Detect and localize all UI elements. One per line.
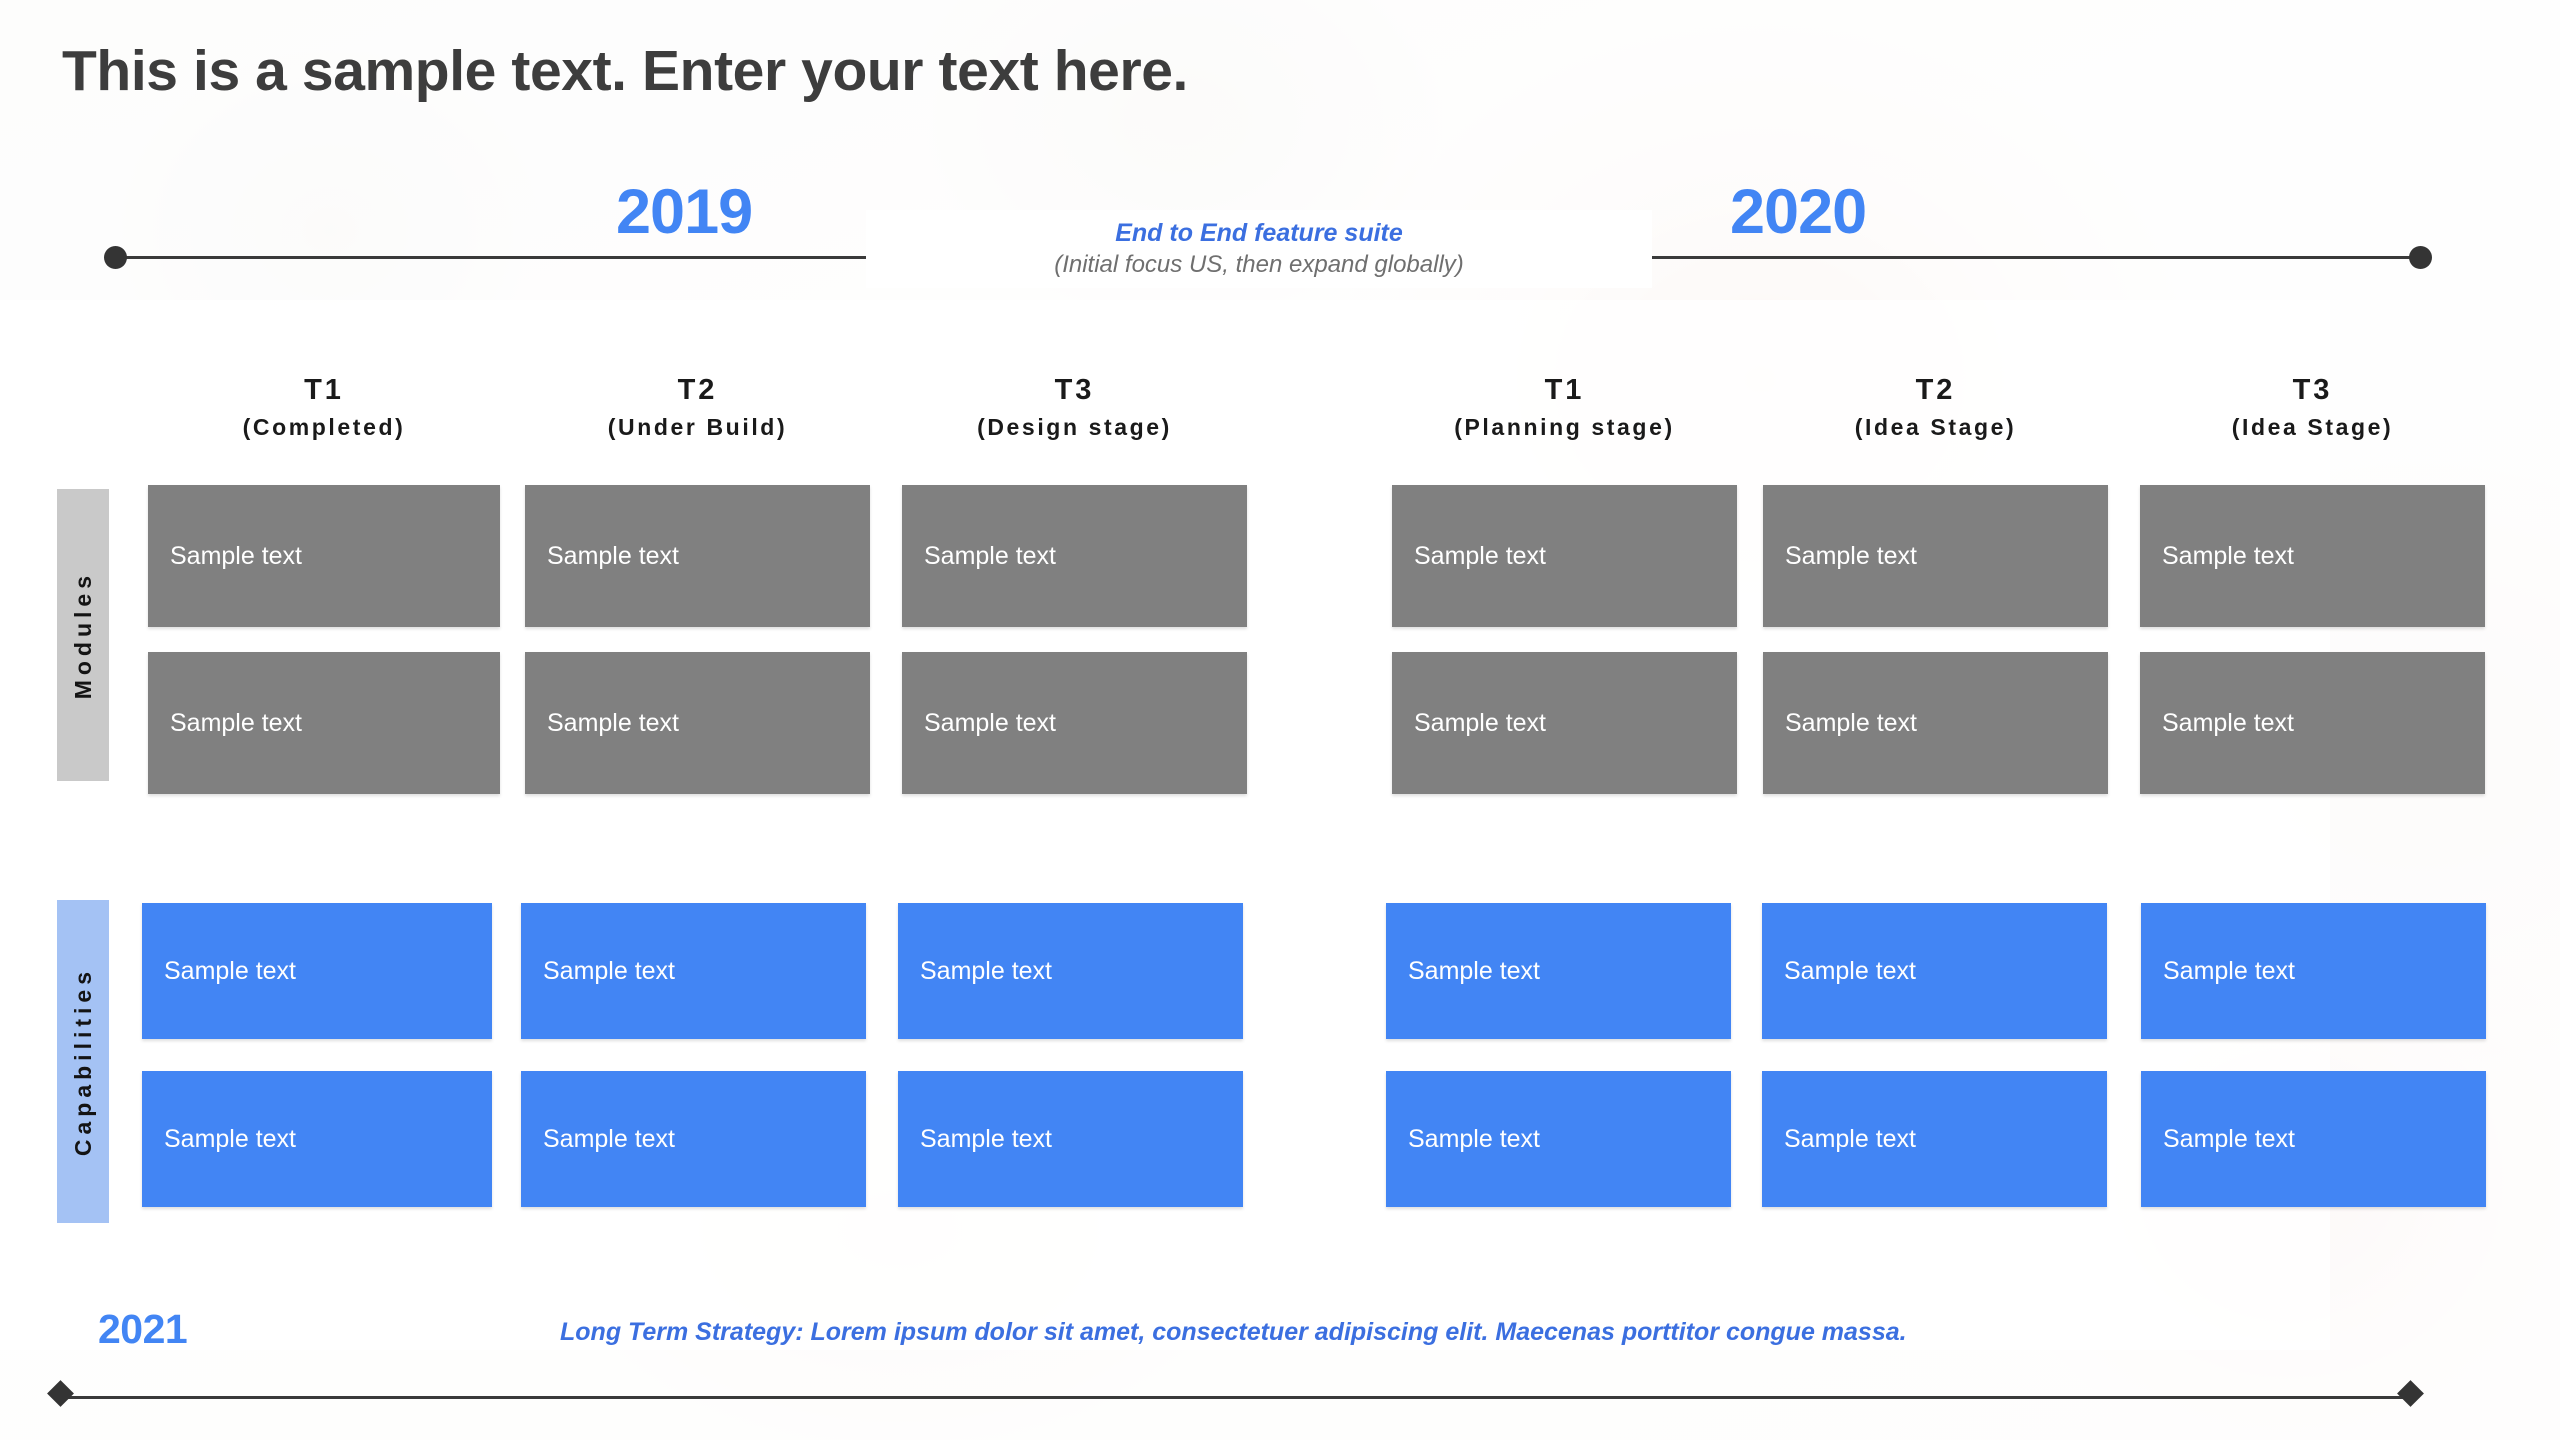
- column-header-3: T3 (Design stage): [900, 373, 1249, 441]
- capability-cell[interactable]: Sample text: [1386, 903, 1731, 1039]
- capability-cell[interactable]: Sample text: [521, 903, 866, 1039]
- row-label-capabilities: Capabilities: [57, 900, 109, 1223]
- column-status-label: (Completed): [242, 413, 406, 440]
- column-status-label: (Idea Stage): [1854, 413, 2017, 440]
- column-status-label: (Under Build): [607, 413, 788, 440]
- long-term-strategy-text: Long Term Strategy: Lorem ipsum dolor si…: [560, 1318, 1907, 1346]
- year-label-2021: 2021: [98, 1306, 188, 1352]
- module-cell[interactable]: Sample text: [2140, 652, 2485, 794]
- capability-cell[interactable]: Sample text: [142, 903, 492, 1039]
- module-cell[interactable]: Sample text: [1392, 485, 1737, 627]
- column-tier-label: T1: [1544, 374, 1585, 406]
- capability-cell[interactable]: Sample text: [898, 1071, 1243, 1207]
- column-header-2: T2 (Under Build): [523, 373, 872, 441]
- capability-cell[interactable]: Sample text: [2141, 1071, 2486, 1207]
- column-tier-label: T2: [677, 374, 718, 406]
- bottom-timeline-end-diamond-icon: [2397, 1380, 2424, 1407]
- capability-cell[interactable]: Sample text: [142, 1071, 492, 1207]
- capability-cell[interactable]: Sample text: [2141, 903, 2486, 1039]
- module-cell[interactable]: Sample text: [148, 485, 500, 627]
- module-cell[interactable]: Sample text: [902, 485, 1247, 627]
- capability-cell[interactable]: Sample text: [1762, 903, 2107, 1039]
- column-header-1: T1 (Completed): [146, 373, 502, 441]
- module-cell[interactable]: Sample text: [902, 652, 1247, 794]
- year-label-2019: 2019: [616, 177, 753, 247]
- bottom-timeline-start-diamond-icon: [47, 1380, 74, 1407]
- capability-cell[interactable]: Sample text: [1762, 1071, 2107, 1207]
- column-header-4: T1 (Planning stage): [1390, 373, 1739, 441]
- module-cell[interactable]: Sample text: [2140, 485, 2485, 627]
- banner-subtext: (Initial focus US, then expand globally): [1054, 251, 1464, 279]
- column-header-5: T2 (Idea Stage): [1761, 373, 2110, 441]
- module-cell[interactable]: Sample text: [525, 485, 870, 627]
- column-tier-label: T1: [304, 374, 344, 406]
- column-tier-label: T3: [1054, 374, 1095, 406]
- top-timeline-end-dot-icon: [2409, 246, 2432, 269]
- slide-content: This is a sample text. Enter your text h…: [0, 0, 2560, 1440]
- capability-cell[interactable]: Sample text: [1386, 1071, 1731, 1207]
- banner-headline: End to End feature suite: [1115, 218, 1403, 247]
- row-label-capabilities-text: Capabilities: [69, 966, 96, 1157]
- column-header-6: T3 (Idea Stage): [2138, 373, 2487, 441]
- module-cell[interactable]: Sample text: [148, 652, 500, 794]
- page-title: This is a sample text. Enter your text h…: [62, 39, 1188, 103]
- center-banner: End to End feature suite (Initial focus …: [866, 210, 1652, 288]
- column-status-label: (Idea Stage): [2231, 413, 2394, 440]
- module-cell[interactable]: Sample text: [525, 652, 870, 794]
- bottom-timeline-line: [60, 1396, 2410, 1399]
- top-timeline-start-dot-icon: [104, 246, 127, 269]
- module-cell[interactable]: Sample text: [1763, 485, 2108, 627]
- module-cell[interactable]: Sample text: [1763, 652, 2108, 794]
- column-tier-label: T2: [1915, 374, 1956, 406]
- slide-canvas: This is a sample text. Enter your text h…: [0, 0, 2560, 1440]
- capability-cell[interactable]: Sample text: [898, 903, 1243, 1039]
- row-label-modules: Modules: [57, 489, 109, 781]
- capability-cell[interactable]: Sample text: [521, 1071, 866, 1207]
- column-status-label: (Design stage): [977, 413, 1172, 440]
- column-status-label: (Planning stage): [1454, 413, 1675, 440]
- year-label-2020: 2020: [1730, 177, 1867, 247]
- row-label-modules-text: Modules: [69, 570, 96, 700]
- column-tier-label: T3: [2292, 374, 2333, 406]
- module-cell[interactable]: Sample text: [1392, 652, 1737, 794]
